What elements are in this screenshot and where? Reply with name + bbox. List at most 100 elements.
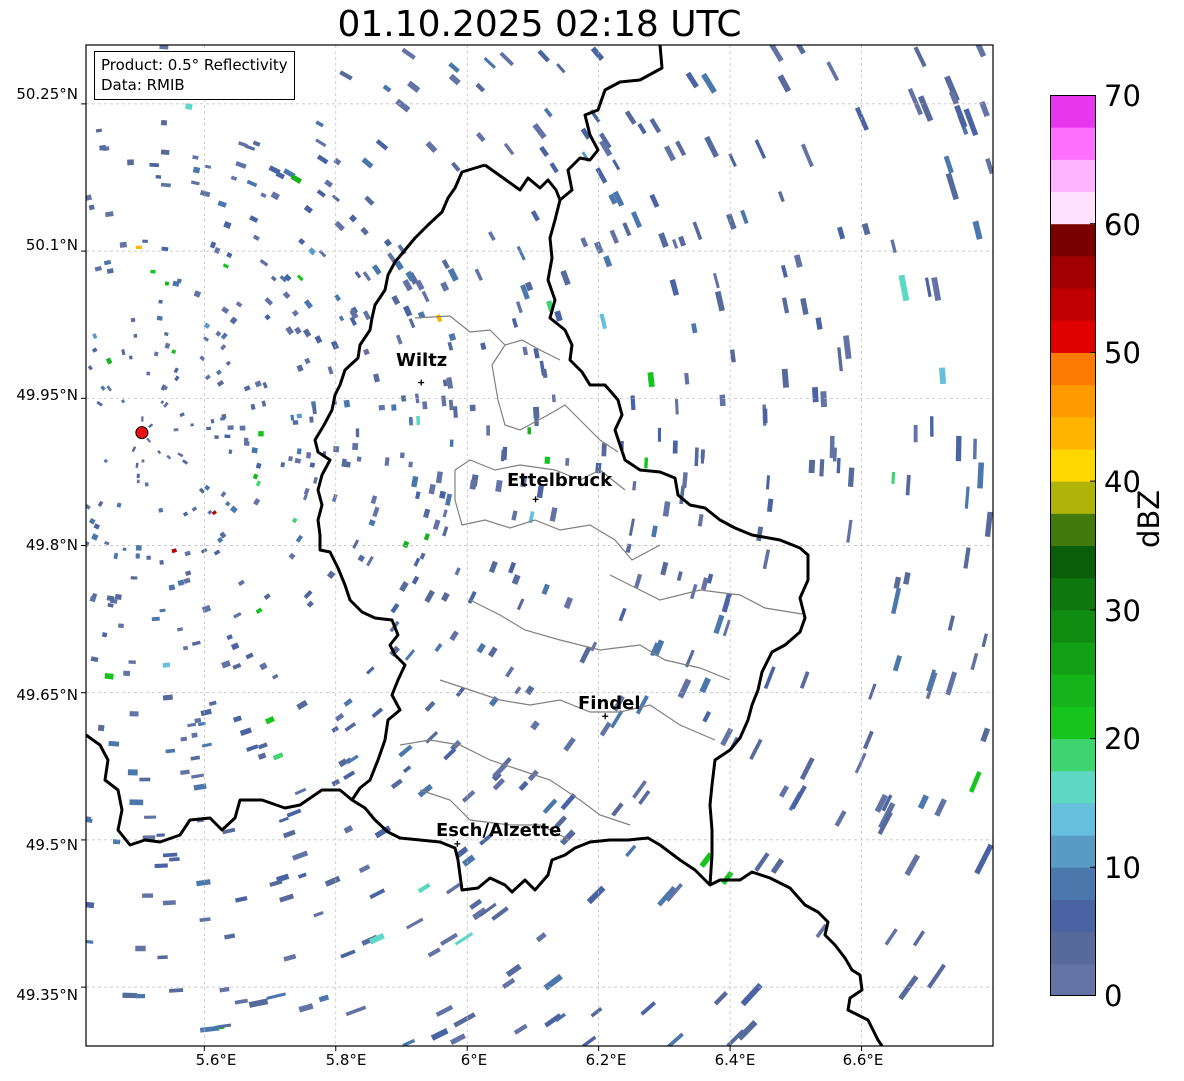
echo-bin	[422, 401, 428, 410]
echo-bin	[836, 457, 841, 474]
echo-bin	[135, 545, 142, 551]
echo-bin	[164, 281, 170, 286]
echo-bin	[391, 404, 397, 411]
echo-bin	[191, 732, 198, 738]
echo-bin	[333, 445, 340, 453]
echo-bin	[829, 435, 835, 459]
data-source-label: Data: RMIB	[101, 76, 185, 94]
colorbar-segment	[1050, 416, 1096, 450]
colorbar-tick-label: 50	[1104, 336, 1141, 370]
colorbar-segment	[1050, 127, 1096, 160]
colorbar-segment	[1050, 770, 1096, 804]
echo-bin	[913, 424, 918, 443]
echo-bin	[157, 955, 168, 960]
echo-bin	[108, 740, 120, 747]
lat-tick-label: 50.25°N	[16, 85, 78, 103]
echo-bin	[127, 769, 138, 776]
lat-tick-label: 49.35°N	[16, 986, 78, 1004]
echo-bin	[155, 175, 162, 179]
echo-bin	[158, 299, 163, 304]
echo-bin	[128, 660, 136, 664]
echo-bin	[486, 425, 490, 436]
echo-bin	[309, 416, 314, 423]
echo-bin	[123, 670, 131, 677]
echo-bin	[296, 448, 302, 455]
echo-bin	[672, 440, 678, 454]
lat-tick-label: 49.65°N	[16, 686, 78, 704]
echo-bin	[210, 418, 215, 424]
lat-tick-label: 49.8°N	[25, 536, 78, 554]
echo-bin	[156, 833, 165, 837]
echo-bin	[146, 371, 151, 376]
colorbar-segment	[1050, 352, 1096, 386]
city-label-ettelbruck: Ettelbruck	[507, 470, 613, 491]
colorbar-segment	[1050, 609, 1096, 643]
echo-bin	[129, 799, 144, 806]
city-label-wiltz: Wiltz	[396, 350, 448, 371]
echo-bin	[162, 694, 173, 701]
echo-bin	[129, 355, 133, 360]
echo-bin	[142, 893, 154, 898]
echo-bin	[135, 553, 140, 559]
echo-bin	[239, 425, 246, 431]
echo-bin	[141, 416, 144, 422]
colorbar-segment	[1050, 288, 1096, 321]
colorbar-tick-label: 0	[1104, 979, 1123, 1013]
echo-bin	[294, 457, 302, 464]
colorbar-segment	[1050, 320, 1096, 353]
product-info-box: Product: 0.5° Reflectivity Data: RMIB	[94, 51, 295, 100]
echo-bin	[173, 428, 179, 432]
echo-bin	[156, 315, 163, 321]
lon-tick-label: 5.6°E	[195, 1051, 237, 1069]
echo-bin	[533, 406, 540, 419]
echo-bin	[185, 103, 193, 110]
echo-bin	[160, 119, 168, 126]
echo-bin	[122, 547, 127, 552]
echo-bin	[206, 426, 212, 431]
echo-bin	[154, 863, 168, 869]
colorbar-segment	[1050, 706, 1096, 740]
colorbar-segment	[1050, 481, 1096, 514]
colorbar-segment	[1050, 255, 1096, 289]
echo-bin	[135, 945, 146, 952]
lon-tick-label: 6.6°E	[842, 1051, 884, 1069]
colorbar-tick-label: 60	[1104, 208, 1141, 242]
echo-bin	[146, 555, 151, 560]
echo-bin	[214, 435, 219, 440]
colorbar-segment	[1050, 448, 1096, 482]
colorbar-segment	[1050, 899, 1096, 933]
colorbar-segment	[1050, 577, 1096, 611]
colorbar-segment	[1050, 223, 1096, 257]
echo-bin	[227, 425, 234, 430]
echo-bin	[144, 482, 149, 487]
echo-bin	[251, 447, 258, 454]
echo-bin	[224, 434, 231, 439]
lon-tick-label: 6.4°E	[714, 1051, 756, 1069]
echo-bin	[355, 428, 360, 438]
echo-bin	[408, 417, 413, 425]
echo-bin	[500, 449, 505, 462]
echo-bin	[114, 593, 122, 601]
city-label-findel: Findel	[578, 693, 641, 714]
echo-bin	[160, 149, 170, 156]
echo-bin	[544, 456, 551, 464]
echo-bin	[601, 443, 607, 457]
colorbar	[1050, 95, 1096, 996]
city-label-esch-alzette: Esch/Alzette	[436, 820, 562, 841]
echo-bin	[644, 457, 649, 469]
echo-bin	[808, 459, 816, 474]
echo-bin	[292, 420, 299, 425]
echo-bin	[151, 616, 160, 622]
echo-bin	[416, 415, 421, 426]
colorbar-segment	[1050, 963, 1096, 996]
echo-bin	[973, 438, 977, 460]
colorbar-tick-label: 30	[1104, 594, 1141, 628]
echo-bin	[352, 442, 359, 451]
echo-bin	[290, 414, 295, 421]
echo-bin	[142, 239, 148, 243]
echo-bin	[122, 992, 138, 999]
colorbar-unit-label: dBZ	[1132, 489, 1166, 548]
lat-tick-label: 49.95°N	[16, 386, 78, 404]
echo-bin	[288, 455, 293, 462]
colorbar-segment	[1050, 159, 1096, 193]
